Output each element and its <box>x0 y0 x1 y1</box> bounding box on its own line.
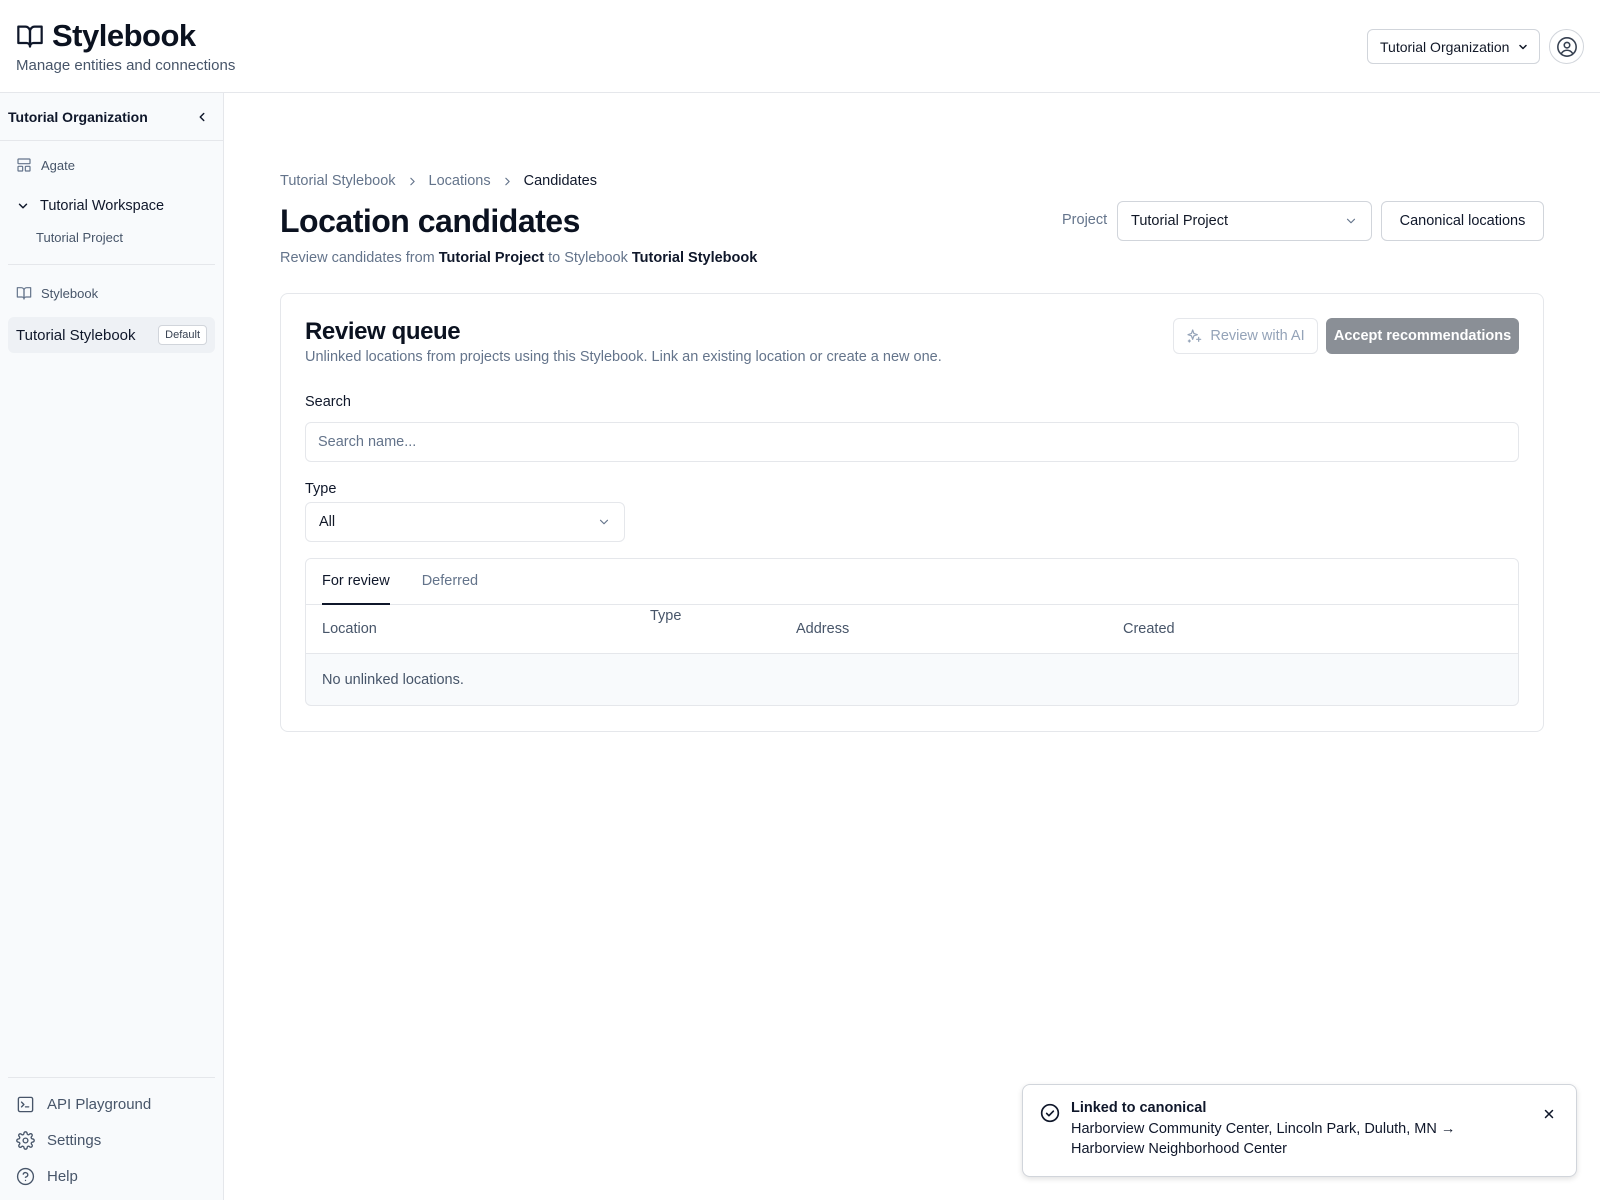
breadcrumb-item-stylebook[interactable]: Tutorial Stylebook <box>280 173 396 189</box>
column-header-created[interactable]: Created <box>1123 621 1175 637</box>
layout-icon <box>16 157 32 173</box>
close-icon[interactable] <box>1540 1105 1558 1123</box>
top-header: Stylebook Manage entities and connection… <box>0 0 1600 93</box>
book-open-icon <box>16 285 32 301</box>
chevron-right-icon <box>406 175 419 188</box>
sidebar-item-api-playground[interactable]: API Playground <box>0 1086 223 1122</box>
sidebar-item-settings[interactable]: Settings <box>0 1122 223 1158</box>
tab-for-review[interactable]: For review <box>322 559 390 605</box>
project-label: Project <box>1062 212 1108 228</box>
app-subtitle: Manage entities and connections <box>16 57 236 74</box>
sidebar-item-label: Agate <box>41 157 75 173</box>
sidebar-item-label: Help <box>47 1167 78 1185</box>
chevron-down-icon <box>1344 214 1358 228</box>
brand[interactable]: Stylebook <box>16 18 196 54</box>
app-title: Stylebook <box>52 18 196 53</box>
main-content: Tutorial Stylebook Locations Candidates … <box>224 93 1600 1200</box>
terminal-icon <box>16 1095 35 1114</box>
review-queue-description: Unlinked locations from projects using t… <box>305 349 942 365</box>
sidebar-item-label: Tutorial Workspace <box>40 198 165 214</box>
column-header-location[interactable]: Location <box>322 621 377 637</box>
sidebar-item-label: API Playground <box>47 1095 152 1113</box>
type-select[interactable]: All <box>305 502 625 542</box>
sidebar-item-project[interactable]: Tutorial Project <box>0 227 223 247</box>
toast-message-line: Harborview Neighborhood Center <box>1071 1141 1288 1157</box>
column-header-address[interactable]: Address <box>796 621 849 637</box>
search-label: Search <box>305 394 351 410</box>
sidebar-item-agate[interactable]: Agate <box>0 153 223 177</box>
sidebar-section-stylebook: Stylebook <box>0 281 223 305</box>
type-label: Type <box>305 481 337 497</box>
page-description-mid: to Stylebook <box>544 250 632 266</box>
project-select-value: Tutorial Project <box>1131 213 1228 229</box>
type-select-value: All <box>319 514 336 530</box>
table-header: Location Type Address Created <box>306 605 1518 654</box>
organization-select[interactable]: Tutorial Organization <box>1367 29 1540 64</box>
breadcrumb-item-candidates: Candidates <box>523 173 597 189</box>
chevron-down-icon <box>1517 41 1529 53</box>
review-queue-title: Review queue <box>305 318 461 345</box>
default-badge: Default <box>158 325 207 345</box>
page-description-project: Tutorial Project <box>438 250 545 266</box>
sidebar-header: Tutorial Organization <box>0 93 223 141</box>
search-input[interactable] <box>305 422 1519 462</box>
sidebar-item-workspace[interactable]: Tutorial Workspace <box>0 194 223 218</box>
sidebar: Tutorial Organization Agate Tutorial Wor… <box>0 93 224 1200</box>
sidebar-item-stylebook[interactable]: Tutorial Stylebook Default <box>8 317 215 353</box>
sidebar-bottom-nav: API Playground Settings Help <box>0 1077 223 1200</box>
queue-tabs: For review Deferred <box>306 559 1518 605</box>
sparkles-icon <box>1186 328 1202 344</box>
column-header-type[interactable]: Type <box>650 608 681 624</box>
review-with-ai-label: Review with AI <box>1210 328 1305 344</box>
sidebar-item-label: Settings <box>47 1131 102 1149</box>
toast-title: Linked to canonical <box>1071 1100 1207 1116</box>
page-description-stylebook: Tutorial Stylebook <box>631 250 758 266</box>
empty-state-message: No unlinked locations. <box>322 672 464 688</box>
sidebar-org-name: Tutorial Organization <box>8 108 148 125</box>
success-toast: Linked to canonical Harborview Community… <box>1022 1084 1577 1177</box>
breadcrumb: Tutorial Stylebook Locations Candidates <box>280 173 597 189</box>
chevron-left-icon[interactable] <box>195 110 209 124</box>
review-queue-card: Review queue Unlinked locations from pro… <box>280 293 1544 732</box>
breadcrumb-item-locations[interactable]: Locations <box>429 173 491 189</box>
chevron-down-icon <box>597 515 611 529</box>
chevron-down-icon <box>16 199 30 213</box>
check-circle-icon <box>1040 1103 1060 1123</box>
page-description: Review candidates from Tutorial Project … <box>280 250 757 266</box>
tab-deferred[interactable]: Deferred <box>422 559 478 604</box>
gear-icon <box>16 1130 35 1150</box>
accept-recommendations-button[interactable]: Accept recommendations <box>1326 318 1519 354</box>
page-title: Location candidates <box>280 203 580 239</box>
candidates-table: For review Deferred Location Type Addres… <box>305 558 1519 706</box>
book-open-icon <box>16 22 44 50</box>
user-circle-icon <box>1556 36 1578 58</box>
sidebar-section-label: Stylebook <box>41 285 99 301</box>
review-with-ai-button[interactable]: Review with AI <box>1173 318 1318 354</box>
chevron-right-icon <box>501 175 514 188</box>
organization-select-value: Tutorial Organization <box>1380 38 1510 55</box>
sidebar-item-help[interactable]: Help <box>0 1158 223 1194</box>
help-circle-icon <box>16 1167 35 1186</box>
page-description-prefix: Review candidates from <box>280 250 439 266</box>
project-select[interactable]: Tutorial Project <box>1117 201 1372 241</box>
toast-message-line: Harborview Community Center, Lincoln Par… <box>1071 1121 1456 1137</box>
account-button[interactable] <box>1549 29 1584 64</box>
canonical-locations-button[interactable]: Canonical locations <box>1381 201 1544 241</box>
sidebar-item-label: Tutorial Stylebook <box>16 326 136 344</box>
